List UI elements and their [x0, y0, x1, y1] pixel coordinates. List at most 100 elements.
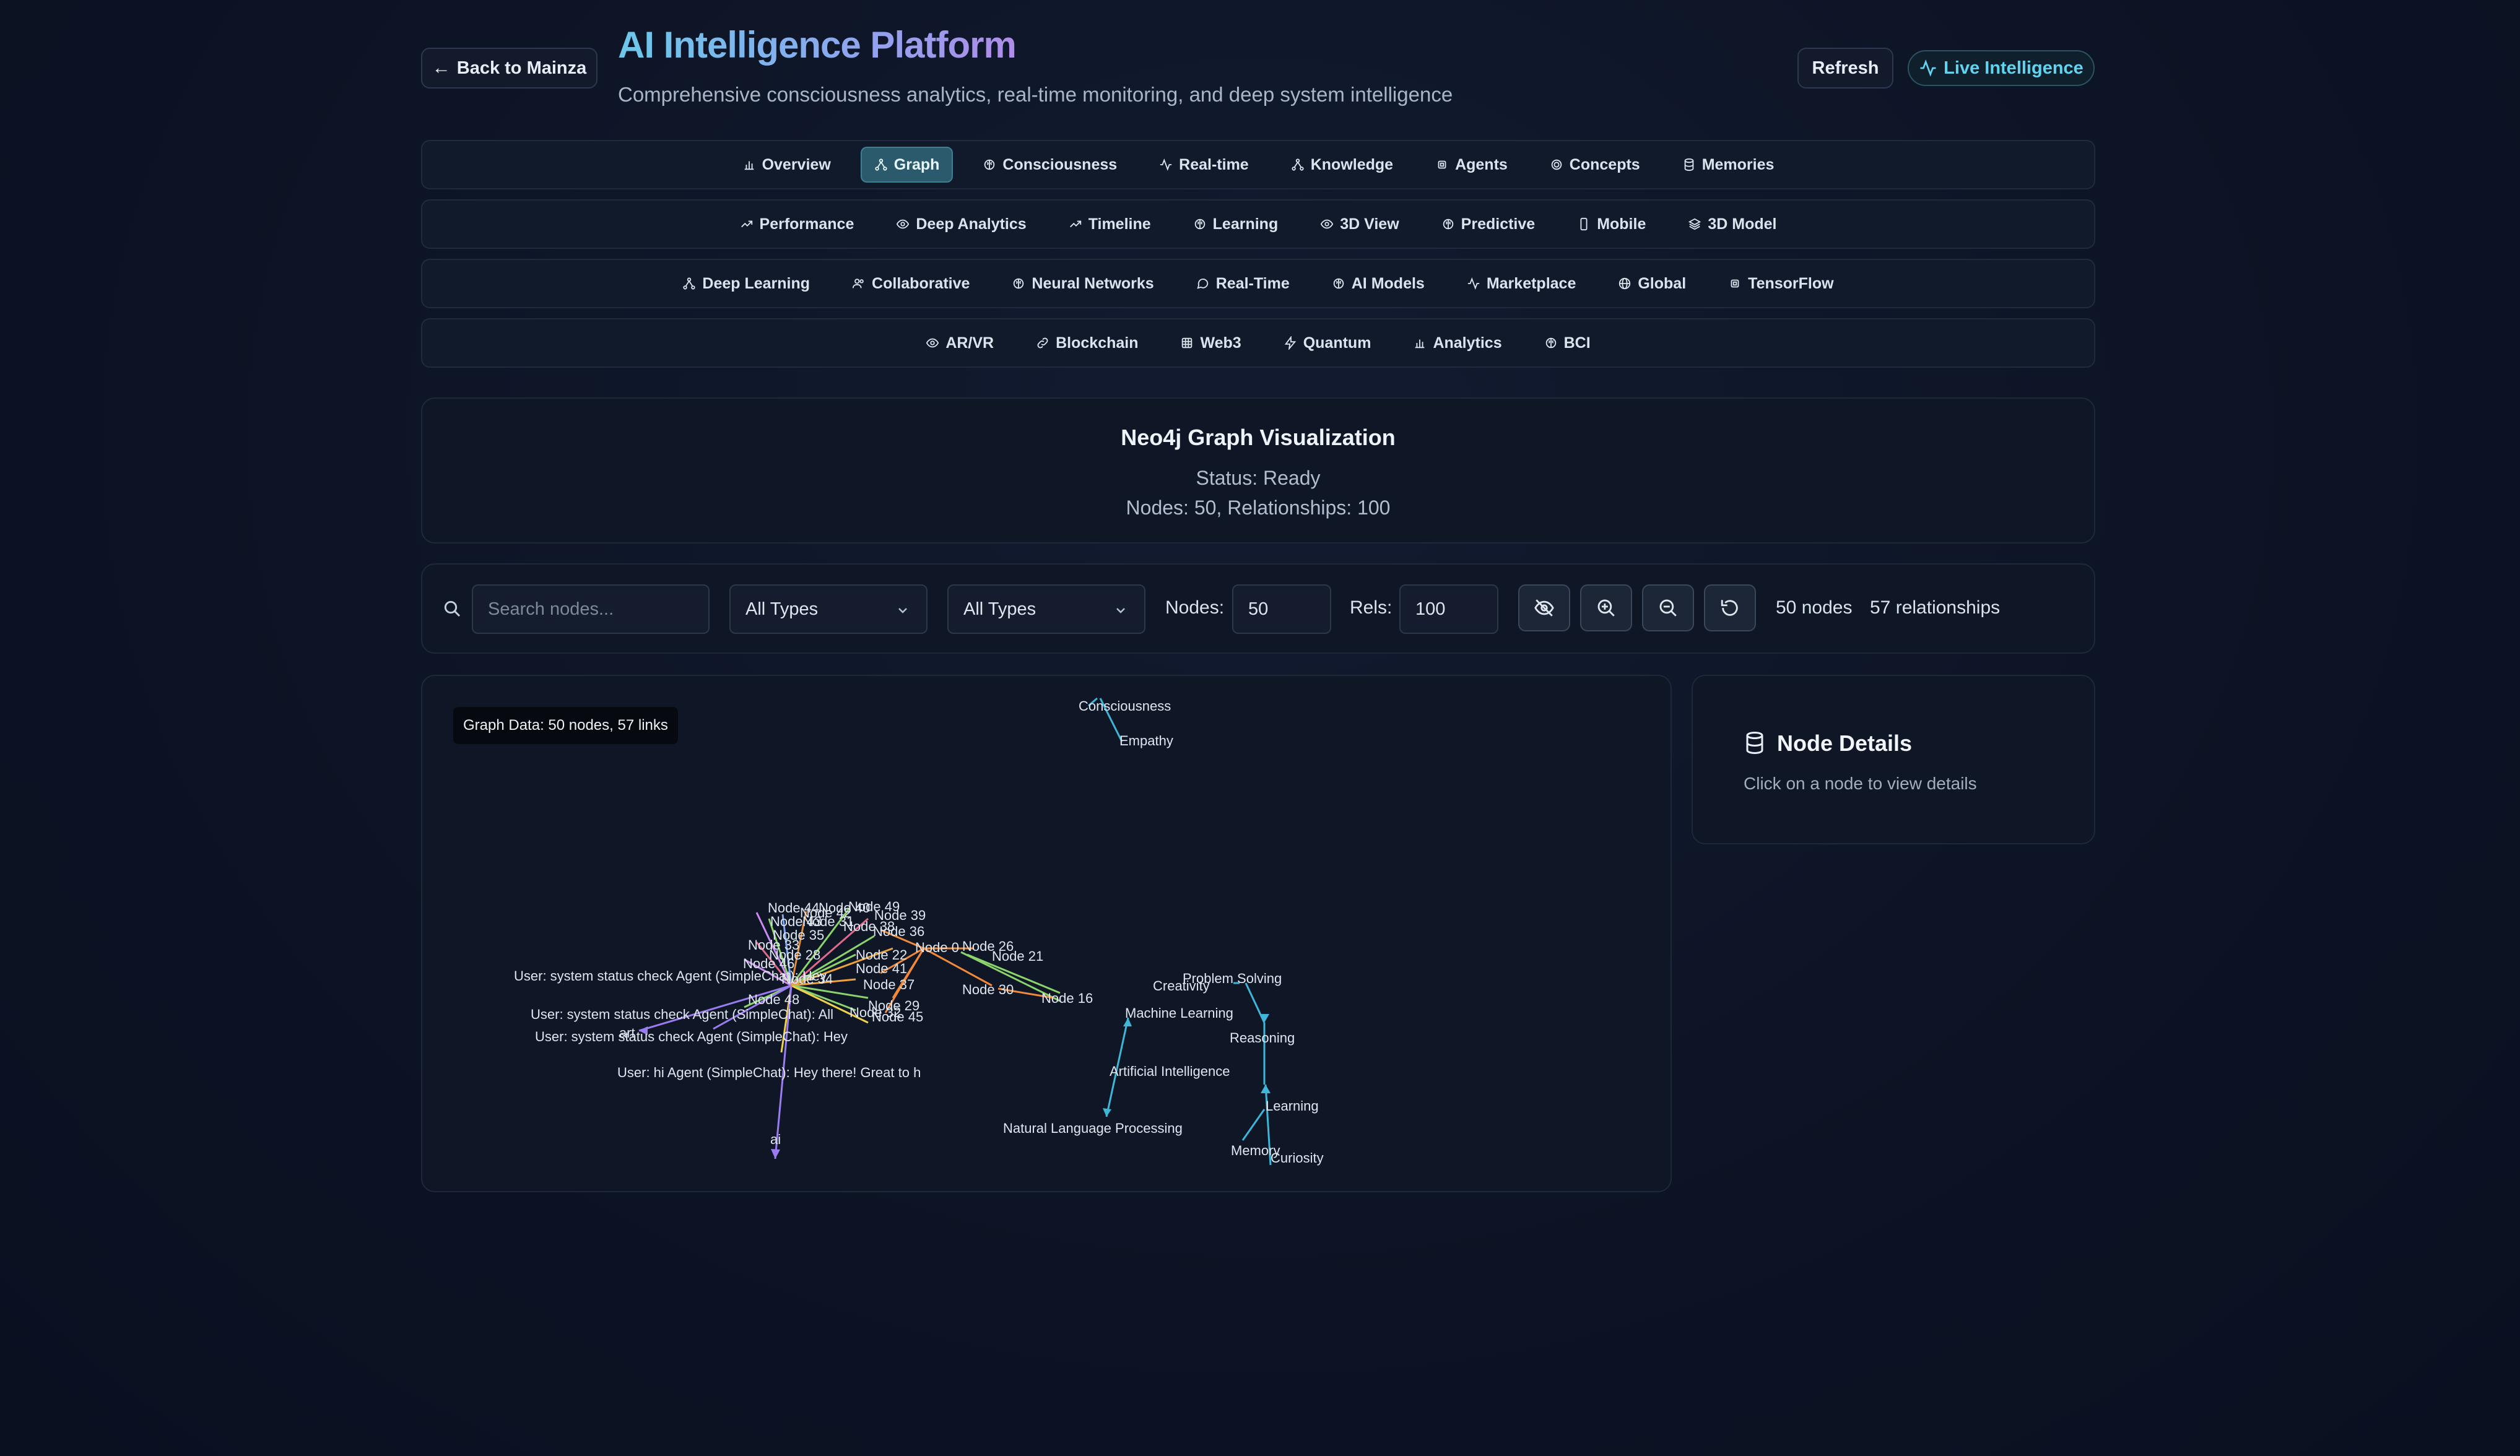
zoom-in-button[interactable]	[1580, 584, 1632, 631]
graph-node-label[interactable]: Node 30	[962, 982, 1014, 997]
tab-label: Concepts	[1569, 155, 1640, 173]
tab-analytics[interactable]: Analytics	[1401, 325, 1514, 361]
tab-ar-vr[interactable]: AR/VR	[913, 325, 1006, 361]
grid-icon	[1182, 337, 1193, 349]
tab-blockchain[interactable]: Blockchain	[1023, 325, 1150, 361]
tab-3d-model[interactable]: 3D Model	[1675, 206, 1789, 242]
toggle-labels-button[interactable]	[1518, 584, 1570, 631]
brain-icon	[1194, 219, 1205, 230]
graph-node-label[interactable]: Learning	[1266, 1098, 1319, 1114]
tab-learning[interactable]: Learning	[1181, 206, 1291, 242]
tab-label: Global	[1638, 274, 1687, 292]
search-input[interactable]: Search nodes...	[472, 584, 710, 634]
network-icon	[875, 158, 887, 171]
graph-node-label[interactable]: Natural Language Processing	[1003, 1120, 1183, 1136]
tab-label: TensorFlow	[1748, 274, 1834, 292]
graph-node-label[interactable]: Machine Learning	[1125, 1005, 1233, 1021]
graph-node-label[interactable]: User: system status check Agent (SimpleC…	[514, 968, 827, 984]
graph-node-label[interactable]: Consciousness	[1079, 698, 1171, 714]
zap-icon	[1284, 336, 1297, 350]
tab-bci[interactable]: BCI	[1532, 325, 1603, 361]
tab-predictive[interactable]: Predictive	[1429, 206, 1548, 242]
nodes-limit-input[interactable]: 50	[1232, 584, 1331, 634]
refresh-button-label: Refresh	[1812, 58, 1879, 78]
tab-mobile[interactable]: Mobile	[1565, 206, 1658, 242]
back-button[interactable]: ← Back to Mainza	[421, 48, 597, 89]
graph-node-label[interactable]: User: system status check Agent (SimpleC…	[535, 1029, 848, 1044]
graph-node-label[interactable]: User: system status check Agent (SimpleC…	[531, 1007, 833, 1022]
tab-memories[interactable]: Memories	[1670, 147, 1787, 183]
tab-3d-view[interactable]: 3D View	[1308, 206, 1411, 242]
live-intelligence-badge[interactable]: Live Intelligence	[1908, 50, 2095, 86]
tab-label: Timeline	[1088, 215, 1151, 233]
cpu-icon	[1731, 279, 1739, 288]
graph-node-label[interactable]: Node 36	[873, 924, 924, 939]
tab-real-time[interactable]: Real-Time	[1184, 266, 1302, 301]
activity-icon	[1467, 277, 1479, 290]
tab-label: Analytics	[1433, 334, 1502, 352]
tab-timeline[interactable]: Timeline	[1056, 206, 1163, 242]
tab-label: Real-time	[1179, 155, 1249, 173]
globe-icon	[1619, 277, 1631, 290]
node-type-select[interactable]: All Types	[729, 584, 928, 634]
graph-node-label[interactable]: Node 31	[802, 914, 854, 929]
tab-label: Knowledge	[1310, 155, 1394, 173]
graph-node-label[interactable]: Node 0	[915, 940, 959, 955]
tab-concepts[interactable]: Concepts	[1537, 147, 1653, 183]
chevron-down-icon	[1116, 608, 1125, 613]
graph-node-label[interactable]: Problem Solving	[1183, 971, 1282, 986]
knowledge-graph[interactable]: ConsciousnessEmpathyNode 49Node 44Node 4…	[422, 676, 1672, 1192]
tab-real-time[interactable]: Real-time	[1147, 147, 1261, 183]
rels-limit-input[interactable]: 100	[1399, 584, 1498, 634]
rotate-ccw-icon	[1721, 600, 1738, 616]
tab-collaborative[interactable]: Collaborative	[840, 266, 982, 301]
graph-node-label[interactable]: User: hi Agent (SimpleChat): Hey there! …	[617, 1065, 921, 1080]
graph-status-text: Status: Ready	[1196, 467, 1321, 489]
tab-quantum[interactable]: Quantum	[1271, 325, 1384, 361]
graph-status-title: Neo4j Graph Visualization	[1121, 425, 1396, 450]
tab-knowledge[interactable]: Knowledge	[1279, 147, 1406, 183]
graph-node-label[interactable]: Node 48	[748, 992, 799, 1007]
tab-web3[interactable]: Web3	[1168, 325, 1253, 361]
back-button-label: Back to Mainza	[456, 58, 587, 78]
tab-consciousness[interactable]: Consciousness	[970, 147, 1129, 183]
graph-node-label[interactable]: Curiosity	[1271, 1150, 1324, 1166]
tab-neural-networks[interactable]: Neural Networks	[999, 266, 1166, 301]
graph-node-label[interactable]: art	[619, 1025, 635, 1041]
reset-view-button[interactable]	[1704, 584, 1756, 631]
rels-limit-label: Rels:	[1350, 597, 1393, 618]
graph-node-label[interactable]: Artificial Intelligence	[1110, 1064, 1230, 1079]
zoom-out-button[interactable]	[1642, 584, 1694, 631]
trending-up-icon	[741, 220, 752, 228]
graph-node-label[interactable]: Reasoning	[1230, 1030, 1295, 1046]
tab-label: Predictive	[1461, 215, 1536, 233]
graph-node-label[interactable]: Node 16	[1041, 990, 1093, 1006]
tab-marketplace[interactable]: Marketplace	[1454, 266, 1589, 301]
tab-performance[interactable]: Performance	[728, 206, 867, 242]
graph-node-label[interactable]: ai	[770, 1132, 781, 1147]
eye-icon	[926, 338, 939, 348]
tab-overview[interactable]: Overview	[730, 147, 843, 183]
graph-node-label[interactable]: Empathy	[1119, 733, 1173, 748]
tab-graph[interactable]: Graph	[860, 147, 954, 183]
tab-tensorflow[interactable]: TensorFlow	[1716, 266, 1846, 301]
graph-node-label[interactable]: Node 21	[992, 948, 1043, 964]
node-details-panel: Node Details Click on a node to view det…	[1692, 675, 2095, 844]
graph-canvas[interactable]: Graph Data: 50 nodes, 57 links Conscious…	[421, 675, 1672, 1192]
tab-deep-learning[interactable]: Deep Learning	[670, 266, 822, 301]
graph-node-label[interactable]: Node 32	[849, 1005, 901, 1020]
relationship-type-select[interactable]: All Types	[947, 584, 1145, 634]
tab-deep-analytics[interactable]: Deep Analytics	[884, 206, 1038, 242]
tab-global[interactable]: Global	[1605, 266, 1698, 301]
tab-label: Learning	[1212, 215, 1279, 233]
tab-label: Neural Networks	[1032, 274, 1154, 292]
node-details-hint: Click on a node to view details	[1744, 774, 1977, 793]
tab-ai-models[interactable]: AI Models	[1319, 266, 1437, 301]
tab-agents[interactable]: Agents	[1423, 147, 1520, 183]
tab-label: Marketplace	[1486, 274, 1576, 292]
refresh-button[interactable]: Refresh	[1797, 48, 1893, 89]
graph-node-label[interactable]: Node 41	[856, 961, 907, 976]
graph-node-label[interactable]: Node 37	[863, 977, 915, 992]
brain-icon	[1545, 337, 1556, 349]
node-type-select-value: All Types	[745, 599, 819, 619]
